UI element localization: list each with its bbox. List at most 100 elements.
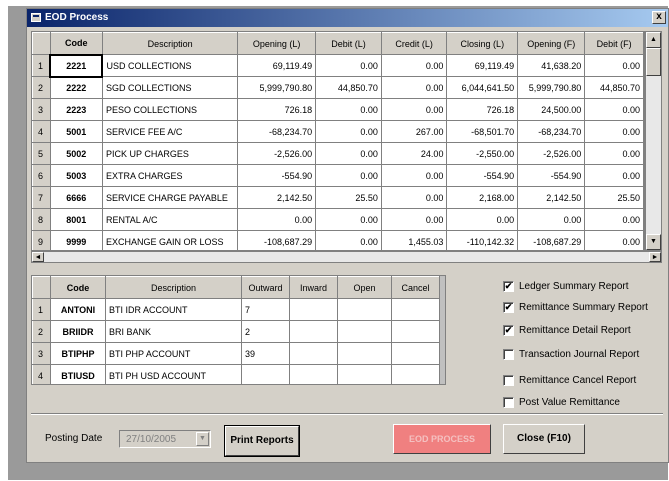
account-cell-open[interactable] — [337, 320, 392, 343]
ledger-cell-close_l[interactable]: -68,501.70 — [446, 120, 519, 143]
account-cell-outward[interactable]: 2 — [241, 320, 290, 343]
ledger-col-header[interactable]: Debit (F) — [584, 32, 644, 55]
account-cell-outward[interactable]: 7 — [241, 298, 290, 321]
account-col-header[interactable]: Code — [50, 276, 106, 299]
ledger-cell-open_f[interactable]: 2,142.50 — [517, 186, 586, 209]
ledger-cell-code[interactable]: 2223 — [49, 98, 103, 121]
ledger-cell-code[interactable]: 5003 — [49, 164, 103, 187]
checkbox-box[interactable] — [503, 348, 514, 360]
ledger-cell-debit_f[interactable]: 0.00 — [584, 164, 644, 187]
account-row[interactable]: 4 BTIUSD BTI PH USD ACCOUNT — [32, 364, 440, 384]
account-cell-outward[interactable] — [241, 364, 290, 384]
row-number[interactable]: 5 — [32, 142, 51, 165]
account-cell-cancel[interactable] — [391, 320, 440, 343]
account-cell-code[interactable]: BRIIDR — [50, 320, 106, 343]
account-col-header[interactable]: Open — [337, 276, 392, 299]
ledger-col-header[interactable]: Description — [101, 32, 239, 55]
account-cell-inward[interactable] — [289, 298, 338, 321]
ledger-cell-debit_f[interactable]: 25.50 — [584, 186, 644, 209]
ledger-cell-close_l[interactable]: -110,142.32 — [446, 230, 519, 250]
account-cell-cancel[interactable] — [391, 342, 440, 365]
ledger-row[interactable]: 3 2223 PESO COLLECTIONS 726.18 0.00 0.00 726.1… — [32, 98, 644, 121]
ledger-cell-debit_f[interactable]: 44,850.70 — [584, 76, 644, 99]
ledger-cell-open_f[interactable]: 5,999,790.80 — [517, 76, 586, 99]
ledger-cell-credit_l[interactable]: 24.00 — [380, 142, 448, 165]
ledger-cell-credit_l[interactable]: 0.00 — [380, 186, 448, 209]
ledger-cell-debit_f[interactable]: 0.00 — [584, 208, 644, 231]
row-number[interactable]: 1 — [32, 298, 51, 321]
ledger-cell-debit_l[interactable]: 0.00 — [315, 230, 382, 250]
ledger-cell-credit_l[interactable]: 267.00 — [380, 120, 448, 143]
ledger-cell-open_l[interactable]: 726.18 — [237, 98, 317, 121]
ledger-cell-desc[interactable]: EXTRA CHARGES — [101, 164, 239, 187]
ledger-row[interactable]: 1 2221 USD COLLECTIONS 69,119.49 0.00 0.00 69,… — [32, 53, 644, 78]
account-row[interactable]: 3 BTIPHP BTI PHP ACCOUNT 39 — [32, 342, 440, 365]
scroll-up-icon[interactable]: ▲ — [646, 32, 661, 48]
account-cell-cancel[interactable] — [391, 298, 440, 321]
scroll-left-icon[interactable]: ◄ — [32, 252, 44, 262]
ledger-cell-desc[interactable]: PICK UP CHARGES — [101, 142, 239, 165]
ledger-cell-open_f[interactable]: 24,500.00 — [517, 98, 586, 121]
transaction-journal-checkbox[interactable]: Transaction Journal Report — [503, 346, 639, 362]
ledger-cell-debit_f[interactable]: 0.00 — [584, 98, 644, 121]
row-number[interactable]: 6 — [32, 164, 51, 187]
ledger-grid[interactable]: Code Description Opening (L) Debit (L) C… — [31, 31, 645, 251]
ledger-cell-close_l[interactable]: 69,119.49 — [446, 54, 519, 77]
account-grid[interactable]: Code Description Outward Inward Open Can… — [31, 275, 446, 385]
ledger-cell-open_l[interactable]: -68,234.70 — [237, 120, 317, 143]
ledger-cell-open_l[interactable]: -554.90 — [237, 164, 317, 187]
remittance-detail-checkbox[interactable]: ✔ Remittance Detail Report — [503, 322, 631, 338]
account-cell-inward[interactable] — [289, 320, 338, 343]
ledger-cell-open_l[interactable]: -108,687.29 — [237, 230, 317, 250]
ledger-row[interactable]: 9 9999 EXCHANGE GAIN OR LOSS -108,687.29 0.0… — [32, 230, 644, 250]
row-number[interactable]: 3 — [32, 98, 51, 121]
ledger-cell-debit_f[interactable]: 0.00 — [584, 120, 644, 143]
post-value-remittance-checkbox[interactable]: Post Value Remittance — [503, 394, 620, 410]
account-cell-inward[interactable] — [289, 342, 338, 365]
account-row[interactable]: 1 ANTONI BTI IDR ACCOUNT 7 — [32, 298, 440, 321]
row-number[interactable]: 9 — [32, 230, 51, 250]
print-reports-button[interactable]: Print Reports — [225, 426, 299, 456]
ledger-cell-close_l[interactable]: 2,168.00 — [446, 186, 519, 209]
ledger-cell-open_l[interactable]: 5,999,790.80 — [237, 76, 317, 99]
account-cell-desc[interactable]: BTI PHP ACCOUNT — [105, 342, 242, 365]
account-cell-outward[interactable]: 39 — [241, 342, 290, 365]
ledger-cell-open_f[interactable]: 0.00 — [517, 208, 586, 231]
ledger-cell-open_f[interactable]: 41,638.20 — [517, 54, 586, 77]
ledger-cell-credit_l[interactable]: 1,455.03 — [380, 230, 448, 250]
account-col-header[interactable]: Inward — [289, 276, 338, 299]
ledger-cell-open_l[interactable]: 69,119.49 — [237, 54, 317, 77]
ledger-cell-desc[interactable]: USD COLLECTIONS — [101, 54, 239, 77]
ledger-summary-checkbox[interactable]: ✔ Ledger Summary Report — [503, 278, 629, 294]
checkbox-box[interactable]: ✔ — [503, 324, 514, 336]
ledger-cell-credit_l[interactable]: 0.00 — [380, 208, 448, 231]
ledger-cell-debit_f[interactable]: 0.00 — [584, 230, 644, 250]
account-cell-inward[interactable] — [289, 364, 338, 384]
ledger-cell-open_f[interactable]: -68,234.70 — [517, 120, 586, 143]
account-col-header[interactable]: Description — [105, 276, 242, 299]
ledger-row[interactable]: 8 8001 RENTAL A/C 0.00 0.00 0.00 0.00 0.00 0.00 — [32, 208, 644, 231]
ledger-cell-code[interactable]: 8001 — [49, 208, 103, 231]
ledger-cell-open_l[interactable]: 2,142.50 — [237, 186, 317, 209]
scroll-thumb[interactable] — [646, 48, 661, 76]
ledger-col-header[interactable]: Opening (F) — [517, 32, 586, 55]
ledger-cell-open_f[interactable]: -108,687.29 — [517, 230, 586, 250]
account-col-header[interactable]: Outward — [241, 276, 290, 299]
ledger-cell-debit_l[interactable]: 44,850.70 — [315, 76, 382, 99]
ledger-col-header[interactable]: Code — [49, 32, 103, 55]
ledger-cell-debit_l[interactable]: 0.00 — [315, 120, 382, 143]
ledger-row[interactable]: 7 6666 SERVICE CHARGE PAYABLE 2,142.50 25.50… — [32, 186, 644, 209]
ledger-cell-close_l[interactable]: 6,044,641.50 — [446, 76, 519, 99]
ledger-col-header[interactable]: Debit (L) — [315, 32, 382, 55]
row-number[interactable]: 7 — [32, 186, 51, 209]
window-close-button[interactable]: x — [652, 11, 666, 24]
ledger-cell-code[interactable]: 5001 — [49, 120, 103, 143]
account-row[interactable]: 2 BRIIDR BRI BANK 2 — [32, 320, 440, 343]
ledger-col-header[interactable]: Opening (L) — [237, 32, 317, 55]
account-cell-desc[interactable]: BRI BANK — [105, 320, 242, 343]
ledger-cell-code[interactable]: 2222 — [49, 76, 103, 99]
ledger-cell-code[interactable]: 5002 — [49, 142, 103, 165]
account-cell-open[interactable] — [337, 298, 392, 321]
ledger-col-header[interactable]: Credit (L) — [380, 32, 448, 55]
ledger-cell-debit_l[interactable]: 25.50 — [315, 186, 382, 209]
